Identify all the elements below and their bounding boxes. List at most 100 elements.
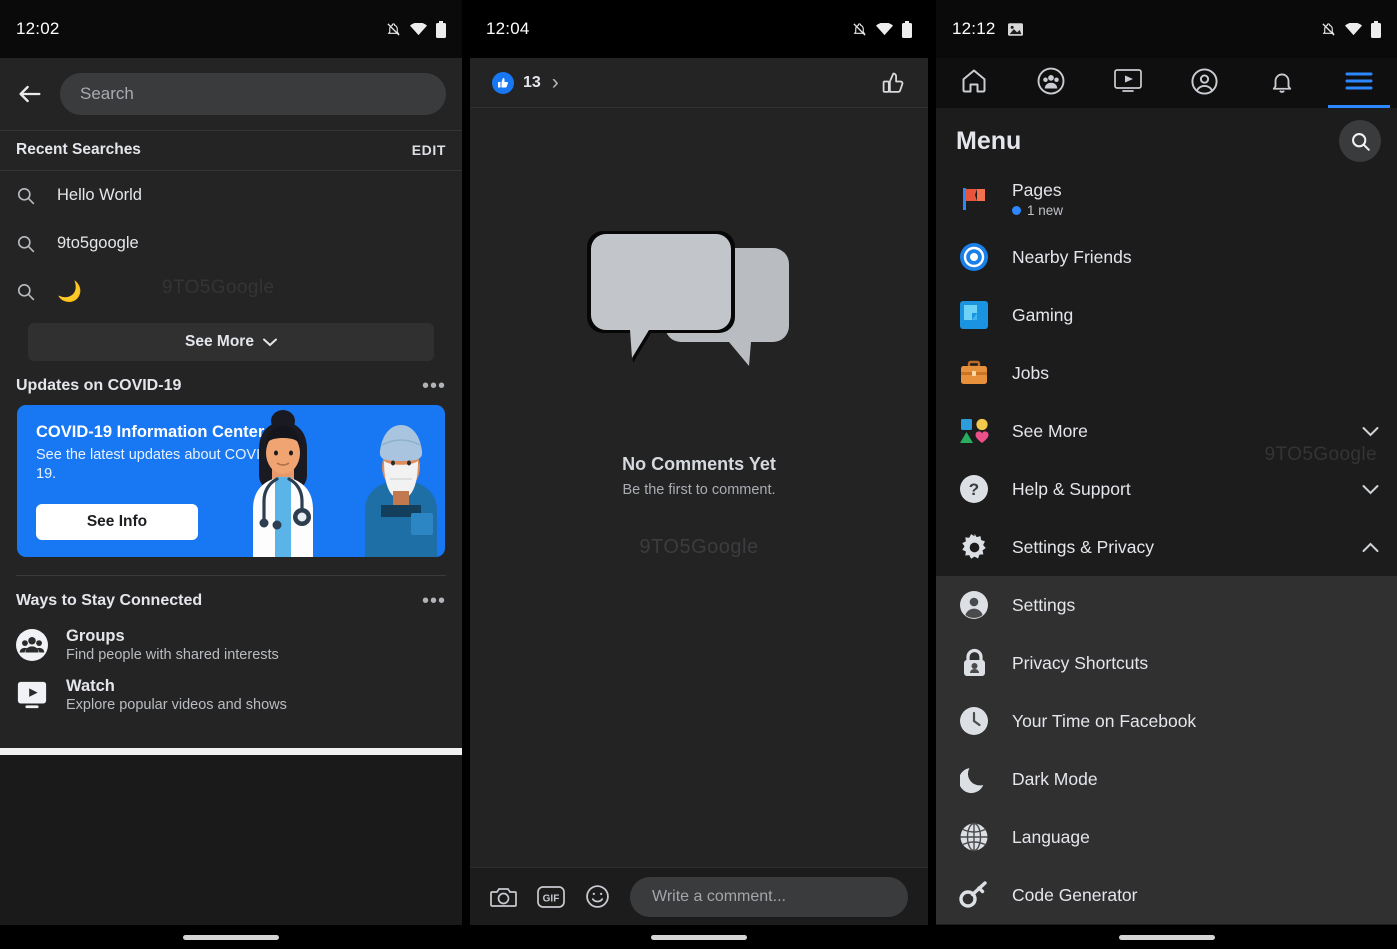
search-screen-body: Search Recent Searches EDIT Hello World … [0,58,462,755]
list-item[interactable]: 🌙 9TO5Google [0,267,462,315]
settings-privacy-submenu: Settings Privacy Shortcuts Your Time on … [936,576,1397,924]
nav-notifications[interactable] [1249,58,1315,104]
overflow-dots-icon[interactable]: ••• [422,376,446,396]
groups-icon [16,629,48,661]
menu-item-label: See More [1012,420,1088,441]
thumbs-up-filled-icon [492,71,514,94]
bell-muted-icon [852,22,867,37]
gear-icon [958,531,990,563]
watermark: 9TO5Google [639,536,759,558]
menu-item-help-support[interactable]: ? Help & Support [936,460,1397,518]
overflow-dots-icon[interactable]: ••• [422,591,446,611]
watermark: 9TO5Google [162,277,275,298]
menu-item-pages[interactable]: Pages 1 new [936,170,1397,228]
list-item[interactable]: Hello World [0,171,462,219]
gif-icon[interactable]: GIF [537,885,565,908]
chevron-up-icon[interactable] [1362,542,1379,553]
comment-input[interactable]: Write a comment... [630,876,908,917]
covid-info-card[interactable]: COVID-19 Information Center See the late… [17,405,445,557]
ways-section-title: Ways to Stay Connected [16,592,203,609]
search-input[interactable]: Search [60,73,446,115]
nav-friends[interactable] [1018,58,1084,104]
list-item[interactable]: 9to5google [0,219,462,267]
home-icon [960,67,988,95]
edit-button[interactable]: EDIT [412,142,446,158]
comment-composer: GIF Write a comment... [470,867,928,925]
menu-item-label: Settings [1012,594,1076,615]
recent-searches-title: Recent Searches [16,141,141,158]
nav-menu[interactable] [1326,58,1392,108]
thumbs-up-outline-icon[interactable] [881,70,906,95]
menu-body: Menu Pages 1 new Nearby Friends Gaming J… [936,58,1397,949]
list-item[interactable]: Groups Find people with shared interests [0,620,462,670]
menu-item-label: Pages [1012,180,1062,200]
nav-watch[interactable] [1095,58,1161,104]
gesture-nav-bar-3 [936,925,1397,949]
menu-item-label: Settings & Privacy [1012,536,1154,557]
list-item-texts: Watch Explore popular videos and shows [66,677,287,713]
profile-icon [1190,67,1219,96]
chevron-down-icon [262,338,277,347]
svg-text:GIF: GIF [543,893,560,904]
menu-item-your-time-on-facebook[interactable]: Your Time on Facebook [936,692,1397,750]
emoji-icon[interactable] [585,884,610,909]
pages-flag-icon [958,183,990,215]
search-icon [16,282,35,301]
menu-item-code-generator[interactable]: Code Generator [936,866,1397,924]
menu-item-settings-privacy[interactable]: Settings & Privacy [936,518,1397,576]
nav-profile[interactable] [1172,58,1238,104]
covid-section-title: Updates on COVID-19 [16,377,182,394]
list-item-subtitle: Explore popular videos and shows [66,697,287,713]
search-bar: Search [0,58,462,130]
gesture-handle[interactable] [183,934,279,940]
see-info-button[interactable]: See Info [36,504,198,540]
search-placeholder: Search [80,84,134,103]
see-more-button[interactable]: See More [28,323,434,361]
menu-item-label: Code Generator [1012,884,1138,905]
reaction-count-button[interactable]: 13 › [492,71,559,95]
covid-section-header: Updates on COVID-19 ••• [0,361,462,405]
gesture-handle[interactable] [1118,934,1215,940]
menu-item-privacy-shortcuts[interactable]: Privacy Shortcuts [936,634,1397,692]
see-more-label: See More [185,333,254,350]
menu-item-dark-mode[interactable]: Dark Mode [936,750,1397,808]
moon-icon [958,763,990,795]
status-bar-2: 12:04 [470,0,928,58]
screenshot-stage: 12:02 Search Recent Searches EDIT Hello … [0,0,1397,949]
menu-item-badge: 1 new [1012,203,1063,218]
camera-icon[interactable] [490,885,517,909]
ways-section-header: Ways to Stay Connected ••• [0,576,462,620]
gesture-handle[interactable] [651,934,747,940]
recent-search-label: 9to5google [57,233,139,252]
back-arrow-icon[interactable] [16,80,44,108]
menu-item-jobs[interactable]: Jobs [936,344,1397,402]
chevron-down-icon[interactable] [1362,484,1379,495]
panel-menu-screen: 12:12 Menu Pages 1 new Nearby Friends Ga… [936,0,1397,949]
reaction-count: 13 [523,73,541,91]
menu-item-language[interactable]: Language [936,808,1397,866]
reaction-summary-bar: 13 › [470,58,928,108]
nav-home[interactable] [941,58,1007,104]
chevron-down-icon[interactable] [1362,426,1379,437]
menu-items-list: Pages 1 new Nearby Friends Gaming Jobs S… [936,170,1397,924]
menu-item-nearby-friends[interactable]: Nearby Friends [936,228,1397,286]
page-title: Menu [956,126,1022,155]
menu-item-settings[interactable]: Settings [936,576,1397,634]
nearby-friends-icon [958,241,990,273]
empty-comments-state: No Comments Yet Be the first to comment.… [470,108,928,867]
status-icons [852,20,912,38]
image-icon [1007,22,1023,36]
list-item[interactable]: Watch Explore popular videos and shows [0,670,462,720]
comment-placeholder: Write a comment... [652,887,786,905]
bottom-highlight-bar [0,748,462,755]
status-bar-3: 12:12 [936,0,1397,58]
menu-item-see-more[interactable]: See More 9TO5Google [936,402,1397,465]
two-speech-bubbles-icon [587,231,789,366]
watch-icon [1113,68,1143,94]
bell-muted-icon [386,22,401,37]
menu-item-gaming[interactable]: Gaming [936,286,1397,344]
top-nav-bar [936,58,1397,108]
menu-search-button[interactable] [1339,120,1381,162]
help-question-icon: ? [958,473,990,505]
clock-icon [958,705,990,737]
